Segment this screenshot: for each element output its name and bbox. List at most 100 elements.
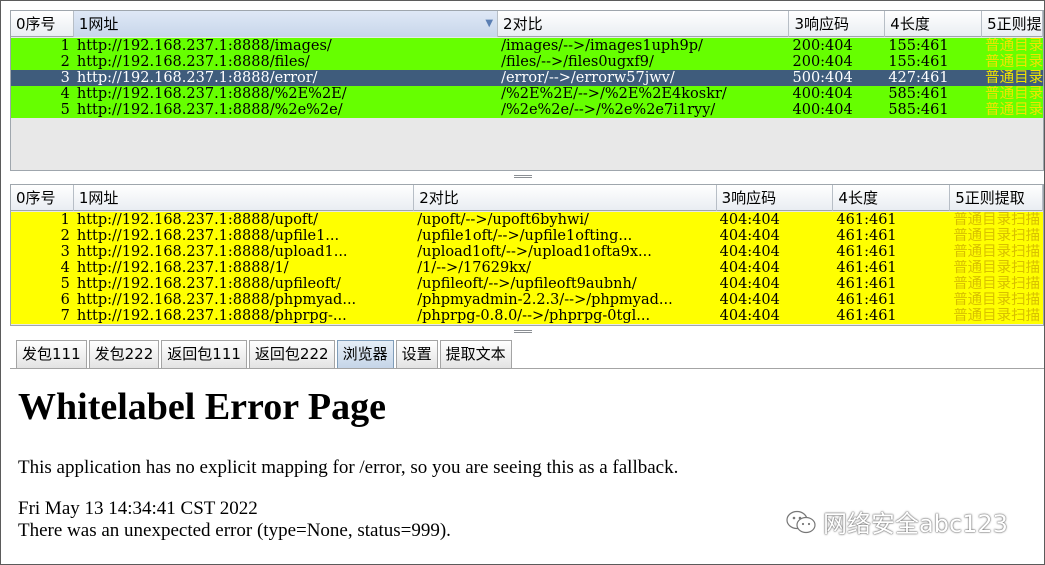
- cell-compare: /upfile1oft/-->/upfile1ofting...: [417, 228, 633, 244]
- col-header-length[interactable]: 4长度: [885, 11, 983, 37]
- table-row[interactable]: 5 http://192.168.237.1:8888/%2e%2e/ /%2e%2…: [11, 102, 1043, 118]
- cell-index: 3: [60, 244, 70, 260]
- watermark: 网络安全abc123: [785, 504, 1008, 539]
- col-header-regex[interactable]: 5正则提: [982, 11, 1043, 37]
- cell-compare: /%2e%2e/-->/%2e%2e7i1ryy/: [501, 102, 716, 118]
- table-row[interactable]: 3 http://192.168.237.1:8888/error/ /error/…: [11, 70, 1043, 86]
- tab-response-111[interactable]: 返回包111: [161, 340, 247, 368]
- col-header-index[interactable]: 0序号: [11, 185, 74, 211]
- cell-length: 155:461: [888, 54, 949, 70]
- cell-status: 404:404: [719, 260, 780, 276]
- cell-regex: 普通目录扫: [985, 54, 1043, 70]
- cell-regex: 普通目录扫描: [953, 276, 1041, 292]
- split-pane-divider[interactable]: [513, 330, 532, 333]
- cell-status: 404:404: [719, 212, 780, 228]
- tab-settings[interactable]: 设置: [395, 340, 438, 368]
- cell-index: 4: [60, 260, 70, 276]
- cell-length: 427:461: [888, 70, 949, 86]
- cell-url: http://192.168.237.1:8888/%2e%2e/: [76, 102, 343, 118]
- col-header-compare[interactable]: 2对比: [498, 11, 790, 37]
- col-header-compare[interactable]: 2对比: [414, 185, 717, 211]
- cell-url: http://192.168.237.1:8888/files/: [76, 54, 310, 70]
- table-row[interactable]: 4 http://192.168.237.1:8888/1/ /1/-->/1762…: [11, 260, 1043, 276]
- table-row[interactable]: 5 http://192.168.237.1:8888/upfileoft/ /up…: [11, 276, 1043, 292]
- bottom-table-body: 1 http://192.168.237.1:8888/upoft/ /upoft/…: [11, 212, 1043, 325]
- cell-regex: 普通目录扫描: [953, 308, 1041, 324]
- cell-url: http://192.168.237.1:8888/images/: [76, 38, 332, 54]
- cell-regex: 普通目录扫描: [953, 292, 1041, 308]
- cell-index: 1: [60, 212, 70, 228]
- col-header-url-label: 1网址: [78, 15, 119, 33]
- cell-url: http://192.168.237.1:8888/phprpg-...: [76, 308, 347, 324]
- tab-request-222[interactable]: 发包222: [88, 340, 160, 368]
- bottom-results-table: 0序号 1网址 2对比 3响应码 4长度 5正则提取 1 http://192.1…: [10, 184, 1044, 326]
- cell-status: 404:404: [719, 276, 780, 292]
- cell-length: 585:461: [888, 102, 949, 118]
- cell-index: 4: [60, 86, 70, 102]
- table-row[interactable]: 1 http://192.168.237.1:8888/images/ /image…: [11, 38, 1043, 54]
- tab-extract-text[interactable]: 提取文本: [439, 340, 512, 368]
- cell-url: http://192.168.237.1:8888/upoft/: [76, 212, 319, 228]
- cell-length: 461:461: [836, 228, 897, 244]
- cell-compare: /error/-->/errorw57jwv/: [501, 70, 675, 86]
- cell-length: 461:461: [836, 212, 897, 228]
- watermark-text: 网络安全abc123: [823, 510, 1008, 538]
- col-header-url[interactable]: 1网址 ▼: [73, 11, 499, 37]
- cell-status: 400:404: [792, 102, 853, 118]
- cell-url: http://192.168.237.1:8888/upload1...: [76, 244, 348, 260]
- col-header-status[interactable]: 3响应码: [717, 185, 834, 211]
- cell-compare: /phpmyadmin-2.2.3/-->/phpmyad...: [417, 292, 673, 308]
- cell-url: http://192.168.237.1:8888/upfileoft/: [76, 276, 341, 292]
- table-row[interactable]: 3 http://192.168.237.1:8888/upload1... /up…: [11, 244, 1043, 260]
- cell-status: 200:404: [792, 38, 853, 54]
- table-row[interactable]: 7 http://192.168.237.1:8888/phprpg-... /ph…: [11, 308, 1043, 324]
- cell-length: 155:461: [888, 38, 949, 54]
- top-table-body: 1 http://192.168.237.1:8888/images/ /image…: [11, 38, 1043, 120]
- col-header-regex[interactable]: 5正则提取: [950, 185, 1043, 211]
- table-row[interactable]: 2 http://192.168.237.1:8888/files/ /files/…: [11, 54, 1043, 70]
- cell-index: 5: [60, 102, 70, 118]
- wechat-icon: [786, 510, 816, 533]
- cell-regex: 普通目录扫: [985, 86, 1043, 102]
- cell-index: 1: [60, 38, 70, 54]
- cell-compare: /files/-->/files0ugxf9/: [501, 54, 654, 70]
- tab-request-111[interactable]: 发包111: [16, 340, 87, 368]
- table-row[interactable]: 2 http://192.168.237.1:8888/upfile1... /up…: [11, 228, 1043, 244]
- sort-desc-icon: ▼: [485, 18, 494, 29]
- col-header-url[interactable]: 1网址: [74, 185, 415, 211]
- cell-status: 404:404: [719, 292, 780, 308]
- top-results-table: 0序号 1网址 ▼ 2对比 3响应码 4长度 5正则提 1 http://192.1…: [10, 10, 1044, 171]
- cell-regex: 普通目录扫: [985, 38, 1043, 54]
- cell-index: 6: [60, 292, 70, 308]
- cell-length: 461:461: [836, 260, 897, 276]
- split-pane-divider[interactable]: [513, 175, 532, 178]
- cell-index: 3: [60, 70, 70, 86]
- cell-url: http://192.168.237.1:8888/upfile1...: [76, 228, 340, 244]
- cell-length: 461:461: [836, 244, 897, 260]
- cell-url: http://192.168.237.1:8888/1/: [76, 260, 289, 276]
- col-header-length[interactable]: 4长度: [833, 185, 951, 211]
- bottom-table-header: 0序号 1网址 2对比 3响应码 4长度 5正则提取: [11, 185, 1043, 211]
- table-row[interactable]: 4 http://192.168.237.1:8888/%2E%2E/ /%2E%2…: [11, 86, 1043, 102]
- cell-index: 5: [60, 276, 70, 292]
- tab-response-222[interactable]: 返回包222: [248, 340, 335, 368]
- cell-status: 404:404: [719, 308, 780, 324]
- cell-compare: /upfileoft/-->/upfileoft9aubnh/: [417, 276, 637, 292]
- cell-status: 500:404: [792, 70, 853, 86]
- cell-status: 404:404: [719, 228, 780, 244]
- cell-status: 200:404: [792, 54, 853, 70]
- cell-regex: 普通目录扫: [985, 70, 1043, 86]
- cell-regex: 普通目录扫描: [953, 228, 1041, 244]
- col-header-index[interactable]: 0序号: [11, 11, 74, 37]
- table-row[interactable]: 1 http://192.168.237.1:8888/upoft/ /upoft/…: [11, 212, 1043, 228]
- col-header-status[interactable]: 3响应码: [789, 11, 886, 37]
- cell-length: 585:461: [888, 86, 949, 102]
- cell-url: http://192.168.237.1:8888/error/: [76, 70, 318, 86]
- tab-browser[interactable]: 浏览器: [336, 340, 394, 368]
- cell-compare: /1/-->/17629kx/: [417, 260, 532, 276]
- top-table-header: 0序号 1网址 ▼ 2对比 3响应码 4长度 5正则提: [11, 11, 1043, 37]
- cell-compare: /phprpg-0.8.0/-->/phprpg-0tgl...: [417, 308, 651, 324]
- table-row[interactable]: 6 http://192.168.237.1:8888/phpmyad... /ph…: [11, 292, 1043, 308]
- cell-regex: 普通目录扫描: [953, 212, 1041, 228]
- cell-regex: 普通目录扫: [985, 102, 1043, 118]
